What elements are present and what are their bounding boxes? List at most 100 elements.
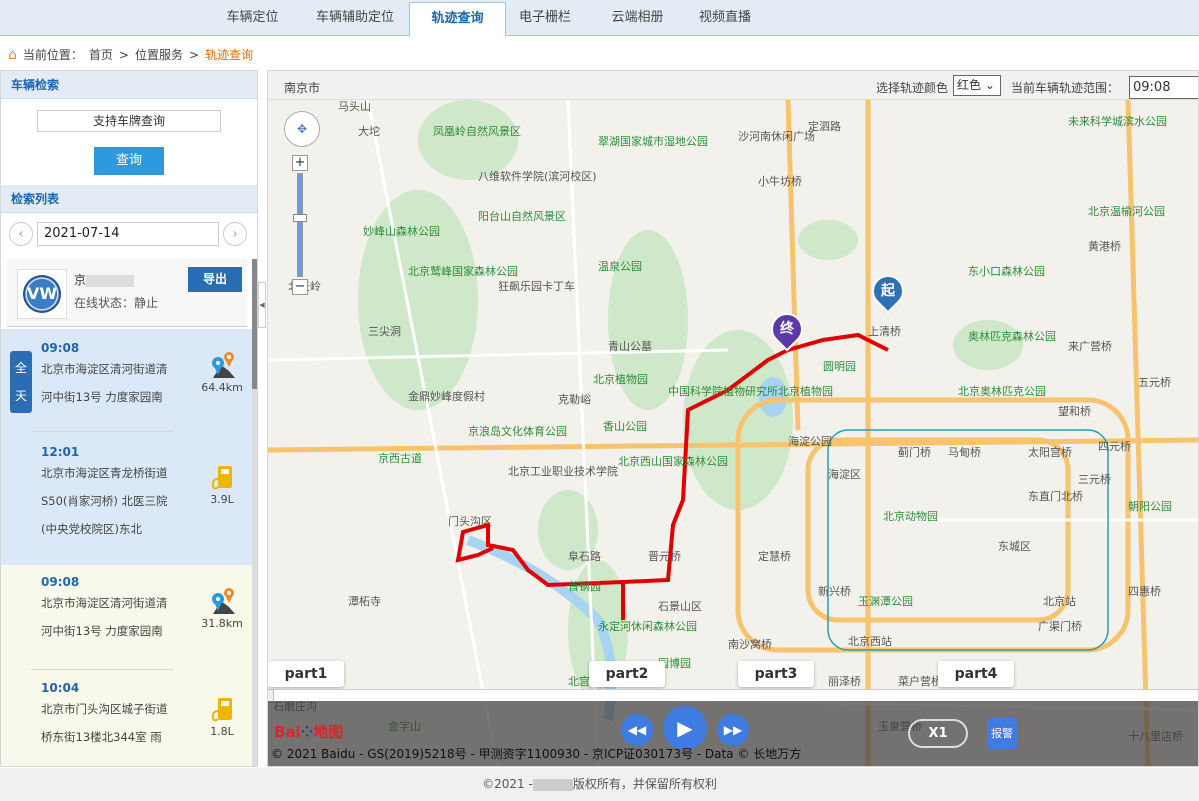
home-icon: ⌂ — [8, 46, 17, 63]
map-place-label: 大坨 — [358, 124, 380, 138]
part2-label[interactable]: part2 — [589, 661, 665, 687]
map-place-label: 望和桥 — [1058, 405, 1091, 418]
tab-vehicle-aux-location[interactable]: 车辆辅助定位 — [300, 2, 410, 36]
list-scrollbar[interactable] — [252, 259, 257, 766]
breadcrumb-home[interactable]: 首页 — [89, 46, 113, 63]
fuel-metric: 3.9L — [197, 463, 247, 506]
tab-cloud-album[interactable]: 云端相册 — [590, 2, 685, 36]
breadcrumb-location-service[interactable]: 位置服务 — [135, 46, 183, 63]
map-place-label: 京西古道 — [378, 451, 422, 465]
tab-geofence[interactable]: 电子栅栏 — [505, 2, 585, 36]
tab-live-video[interactable]: 视频直播 — [685, 2, 765, 36]
map-place-label: 南沙窝桥 — [728, 637, 772, 651]
map-place-label: 北京工业职业技术学院 — [508, 464, 618, 478]
baidu-map-logo: Bai⁘地图 — [274, 723, 344, 741]
map-place-label: 北京植物园 — [593, 372, 648, 386]
map-place-label: 北京西站 — [848, 634, 892, 648]
trip-address: 桥东街13楼北344室 雨 — [41, 730, 162, 744]
part4-label[interactable]: part4 — [938, 661, 1014, 687]
trip-group[interactable]: 09:08 北京市海淀区清河街道清 河中街13号 力度家园南 31.8km 10… — [1, 565, 252, 766]
trip-item[interactable]: 09:08 北京市海淀区清河街道清 河中街13号 力度家园南 — [31, 575, 173, 645]
map-place-label: 黄港桥 — [1088, 239, 1121, 253]
map-place-label: 狂飙乐园卡丁车 — [498, 279, 575, 293]
breadcrumb-prefix: 当前位置： — [22, 48, 83, 62]
map-place-label: 新兴桥 — [818, 584, 851, 598]
map-place-label: 首钢园 — [568, 579, 601, 593]
map-place-label: 马头山 — [338, 100, 371, 113]
date-picker: ‹ 2021-07-14 › — [9, 221, 249, 247]
map-place-label: 海淀区 — [828, 467, 861, 481]
trip-time: 09:08 — [41, 341, 80, 355]
current-city[interactable]: 南京市 — [284, 79, 320, 96]
breadcrumb-sep: > — [189, 47, 200, 62]
track-color-select[interactable]: 红色 ⌄ — [953, 75, 1001, 96]
map-place-label: 北京站 — [1043, 594, 1076, 608]
map-place-label: 晋元桥 — [648, 550, 681, 563]
next-date-button[interactable]: › — [223, 222, 247, 246]
zoom-slider[interactable] — [293, 173, 307, 277]
track-range-input[interactable]: 09:08 — [1129, 76, 1198, 99]
query-button[interactable]: 查询 — [94, 147, 164, 175]
play-button[interactable]: ▶ — [663, 706, 707, 750]
map-copyright: © 2021 Baidu - GS(2019)5218号 - 甲测资字11009… — [271, 747, 802, 761]
search-list-header: 检索列表 — [1, 185, 257, 213]
map-place-label: 朝阳公园 — [1128, 500, 1172, 513]
map-place-label: 四元桥 — [1098, 440, 1131, 453]
map-place-label: 凤凰岭自然风景区 — [433, 124, 521, 138]
tab-track-query[interactable]: 轨迹查询 — [409, 2, 506, 37]
pan-control[interactable]: ✥ — [284, 111, 320, 147]
map-place-label: 东小口森林公园 — [968, 264, 1045, 278]
vehicle-card[interactable]: VW 京 在线状态：静止 导出 — [7, 259, 247, 327]
all-day-badge[interactable]: 全天 — [10, 351, 32, 413]
distance-metric: 64.4km — [197, 351, 247, 394]
trip-address: 北京市海淀区清河街道清 — [41, 362, 168, 376]
fast-forward-button[interactable]: ▶▶ — [717, 714, 749, 746]
trip-time: 09:08 — [41, 575, 80, 589]
trip-time: 12:01 — [41, 445, 80, 459]
map-place-label: 克勒峪 — [558, 393, 591, 406]
zoom-out-button[interactable]: − — [292, 279, 308, 295]
part3-label[interactable]: part3 — [738, 661, 814, 687]
map-place-label: 八维软件学院(滨河校区) — [478, 169, 597, 183]
trip-item[interactable]: 12:01 北京市海淀区青龙桥街道 S50(肖家河桥) 北医三院 (中央党校院区… — [31, 445, 173, 543]
online-status: 在线状态：静止 — [74, 296, 159, 310]
plate-search-input[interactable]: 支持车牌查询 — [37, 110, 221, 132]
export-button[interactable]: 导出 — [188, 267, 242, 292]
map-area[interactable]: 南京市 选择轨迹颜色 红色 ⌄ 当前车辆轨迹范围： 09:08 马头山 大坨 凤凰岭… — [267, 70, 1199, 767]
breadcrumb: ⌂ 当前位置： 首页 > 位置服务 > 轨迹查询 — [8, 46, 253, 63]
playback-progress-bar[interactable] — [268, 689, 1198, 703]
map-place-label: 小牛坊桥 — [758, 174, 802, 188]
trip-item[interactable]: 09:08 北京市海淀区清河街道清 河中街13号 力度家园南 — [31, 341, 173, 411]
map-place-label: 太阳宫桥 — [1028, 445, 1072, 459]
part1-label[interactable]: part1 — [268, 661, 344, 687]
tab-vehicle-location[interactable]: 车辆定位 — [210, 2, 295, 36]
map-place-label: 蓟门桥 — [898, 445, 931, 459]
map-place-label: 北京温榆河公园 — [1088, 204, 1165, 218]
zoom-control[interactable]: + − — [292, 155, 308, 295]
map-place-label: 金鼎妙峰度假村 — [408, 389, 485, 403]
map-place-label: 北京西山国家森林公园 — [618, 454, 728, 468]
map-canvas[interactable]: 马头山大坨 凤凰岭自然风景区翠湖国家城市湿地公园 沙河南休闲广场定泗路 未来科学城滨水… — [268, 100, 1199, 767]
prev-date-button[interactable]: ‹ — [9, 222, 33, 246]
trip-address: 河中街13号 力度家园南 — [41, 390, 163, 404]
trip-address: S50(肖家河桥) 北医三院 — [41, 494, 168, 508]
trip-time: 10:04 — [41, 681, 80, 695]
map-place-label: 马甸桥 — [948, 446, 981, 459]
map-place-label: 东城区 — [998, 540, 1031, 553]
speed-button[interactable]: X1 — [908, 719, 968, 748]
zoom-in-button[interactable]: + — [292, 155, 308, 171]
rewind-button[interactable]: ◀◀ — [621, 714, 653, 746]
map-place-label: 北京动物园 — [883, 509, 938, 523]
map-place-label: 来广营桥 — [1068, 339, 1112, 353]
map-place-label: 四惠桥 — [1128, 584, 1161, 598]
alarm-button[interactable]: 报警 — [987, 718, 1017, 750]
date-input[interactable]: 2021-07-14 — [37, 222, 219, 246]
collapse-panel-button[interactable]: ◀ — [258, 282, 266, 328]
fuel-metric: 1.8L — [197, 695, 247, 738]
trip-item[interactable]: 10:04 北京市门头沟区城子街道 桥东街13楼北344室 雨 — [31, 681, 173, 751]
map-place-label: 沙河南休闲广场 — [738, 129, 815, 143]
map-place-label: 奥林匹克森林公园 — [968, 329, 1056, 343]
breadcrumb-current: 轨迹查询 — [205, 48, 254, 62]
trip-group[interactable]: 全天 09:08 北京市海淀区清河街道清 河中街13号 力度家园南 64.4km… — [1, 329, 252, 565]
playback-controls: Bai⁘地图 ◀◀ ▶ ▶▶ X1 报警 © 2021 Baidu - GS(2… — [268, 701, 1198, 766]
